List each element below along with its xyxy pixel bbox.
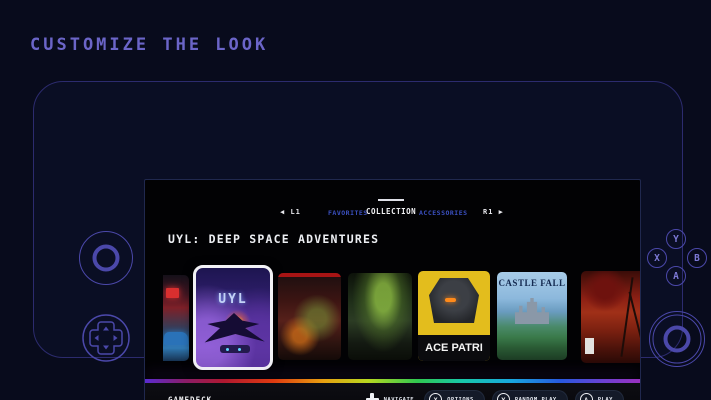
face-button-x-label: X	[654, 253, 660, 264]
right-analog-stick-cap	[664, 326, 691, 353]
game-card-neon-city[interactable]	[163, 275, 189, 361]
y-button-icon: Y	[497, 393, 510, 400]
left-analog-stick-cap	[93, 245, 120, 272]
options-label: OPTIONS	[447, 397, 474, 400]
prev-arrow-icon: ◀	[280, 208, 285, 216]
brand-gamedeck: GAMEDECK	[168, 395, 212, 400]
tab-collection[interactable]: COLLECTION	[366, 207, 416, 216]
castle-shape	[515, 298, 549, 324]
random-play-label: RANDOM PLAY	[515, 397, 557, 400]
face-button-y-label: Y	[673, 234, 679, 245]
title-band: ACE PATRI	[418, 335, 490, 361]
tab-collection-label: COLLECTION	[366, 207, 416, 216]
face-button-x: X	[647, 248, 667, 268]
neon-sign-shape	[166, 288, 179, 298]
selected-game-title: UYL: DEEP SPACE ADVENTURES	[168, 232, 379, 246]
a-button-icon: A	[580, 393, 593, 400]
face-button-a-label: A	[673, 271, 679, 282]
play-button[interactable]: A PLAY	[575, 390, 624, 400]
dpad-graphic	[82, 314, 130, 362]
game-card-swamp-beast[interactable]	[348, 273, 412, 360]
scene: CUSTOMIZE THE LOOK Y X B A	[0, 0, 711, 400]
console-screen: ◀ L1 FAVORITES COLLECTION ACCESSORIES R1…	[144, 179, 641, 400]
red-banner	[278, 273, 341, 277]
handheld-device: Y X B A ◀ L1 FAVORITES COLLECTION	[33, 81, 683, 358]
spaceship-shape	[220, 345, 250, 353]
game-card-space-patrol[interactable]: ACE PATRI	[418, 271, 490, 361]
button-hints: NAVIGATE X OPTIONS Y RANDOM PLAY A PLAY	[366, 390, 624, 400]
game-card-demon-hunter[interactable]	[278, 273, 341, 360]
car-shape	[164, 332, 188, 345]
face-button-b-label: B	[694, 253, 700, 264]
bumper-left-l1[interactable]: ◀ L1	[280, 208, 301, 216]
face-button-y: Y	[666, 229, 686, 249]
game-card-red-horizon[interactable]	[581, 271, 641, 363]
play-label: PLAY	[598, 397, 613, 400]
robot-eye-glow	[445, 298, 456, 302]
label-block	[585, 338, 594, 354]
active-tab-indicator	[378, 199, 404, 201]
space-patrol-title: ACE PATRI	[425, 342, 483, 354]
footer-bar: GAMEDECK NAVIGATE X OPTIONS Y RANDOM PLA…	[145, 383, 640, 400]
navigate-label: NAVIGATE	[384, 397, 415, 400]
dpad-icon	[82, 314, 130, 362]
options-button[interactable]: X OPTIONS	[424, 390, 485, 400]
game-card-castle-fall[interactable]: CASTLE FALL	[497, 272, 567, 360]
bumper-right-r1[interactable]: R1 ▶	[483, 208, 504, 216]
face-button-b: B	[687, 248, 707, 268]
tab-favorites[interactable]: FAVORITES	[328, 209, 368, 217]
page-title: CUSTOMIZE THE LOOK	[30, 35, 268, 55]
castle-fall-title: CASTLE FALL	[497, 278, 567, 288]
pylon-line	[620, 277, 633, 356]
game-card-uyl-selected[interactable]: UYL	[193, 265, 273, 370]
navigate-hint: NAVIGATE	[366, 393, 415, 400]
right-analog-stick-icon	[649, 311, 705, 367]
pylon-line	[629, 292, 641, 353]
face-button-a: A	[666, 266, 686, 286]
dragon-silhouette	[199, 308, 269, 350]
bumper-right-label: R1	[483, 208, 493, 216]
left-analog-stick-icon	[79, 231, 133, 285]
dpad-hint-icon	[366, 393, 379, 400]
random-play-button[interactable]: Y RANDOM PLAY	[492, 390, 568, 400]
bumper-left-label: L1	[290, 208, 300, 216]
tab-accessories[interactable]: ACCESSORIES	[419, 209, 468, 217]
x-button-icon: X	[429, 393, 442, 400]
uyl-logo: UYL	[196, 292, 270, 307]
next-arrow-icon: ▶	[499, 208, 504, 216]
